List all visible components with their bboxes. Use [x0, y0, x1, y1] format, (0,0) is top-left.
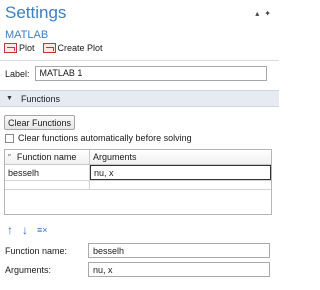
clear-before-solving-checkbox[interactable] [5, 133, 14, 143]
caret-down-icon: ▼ [6, 95, 13, 102]
functions-section-header[interactable]: ▼ Functions [0, 90, 279, 107]
toolbar: Plot Create Plot [4, 43, 103, 53]
table-toolbar: ↑ ↓ ≡× [7, 223, 48, 237]
cell-function-name[interactable]: besselh [5, 165, 90, 180]
divider [0, 60, 279, 61]
clear-before-solving-row: Clear functions automatically before sol… [5, 133, 192, 143]
plot-icon [4, 43, 17, 53]
window-controls: ▴ ✦ [255, 9, 271, 18]
label-input[interactable]: MATLAB 1 [34, 66, 267, 81]
label-field-label: Label: [5, 68, 30, 79]
move-down-icon[interactable]: ↓ [22, 223, 28, 237]
move-up-icon[interactable]: ↑ [7, 223, 13, 237]
function-name-row: Function name: besselh [5, 243, 270, 258]
clear-functions-button[interactable]: Clear Functions [4, 115, 75, 130]
delete-icon[interactable]: ≡× [37, 225, 48, 235]
arguments-row: Arguments: nu, x [5, 262, 270, 277]
column-header-function-name[interactable]: ″ Function name [5, 150, 90, 164]
create-plot-icon [42, 43, 56, 53]
functions-table: ″ Function name Arguments besselh nu, x [4, 149, 272, 215]
label-row: Label: MATLAB 1 [5, 66, 267, 81]
function-name-label: Function name: [5, 245, 68, 256]
arguments-input[interactable]: nu, x [88, 262, 270, 277]
section-title: Functions [20, 93, 60, 104]
plot-button[interactable]: Plot [4, 43, 35, 53]
plot-button-label: Plot [19, 43, 35, 53]
table-row-empty[interactable] [5, 181, 271, 190]
table-header: ″ Function name Arguments [5, 150, 271, 165]
page-subtitle: MATLAB [5, 29, 49, 41]
close-icon[interactable]: ✦ [264, 9, 271, 18]
function-name-input[interactable]: besselh [88, 243, 270, 258]
clear-before-solving-label: Clear functions automatically before sol… [18, 133, 192, 143]
page-title: Settings [5, 3, 67, 22]
create-plot-button[interactable]: Create Plot [42, 43, 103, 53]
column-header-arguments[interactable]: Arguments [90, 150, 271, 164]
create-plot-button-label: Create Plot [57, 43, 103, 53]
sort-icon: ″ [8, 152, 11, 162]
table-row[interactable]: besselh nu, x [5, 165, 271, 181]
cell-arguments[interactable]: nu, x [90, 165, 271, 180]
pin-icon[interactable]: ▴ [255, 9, 259, 18]
arguments-label: Arguments: [5, 264, 52, 275]
